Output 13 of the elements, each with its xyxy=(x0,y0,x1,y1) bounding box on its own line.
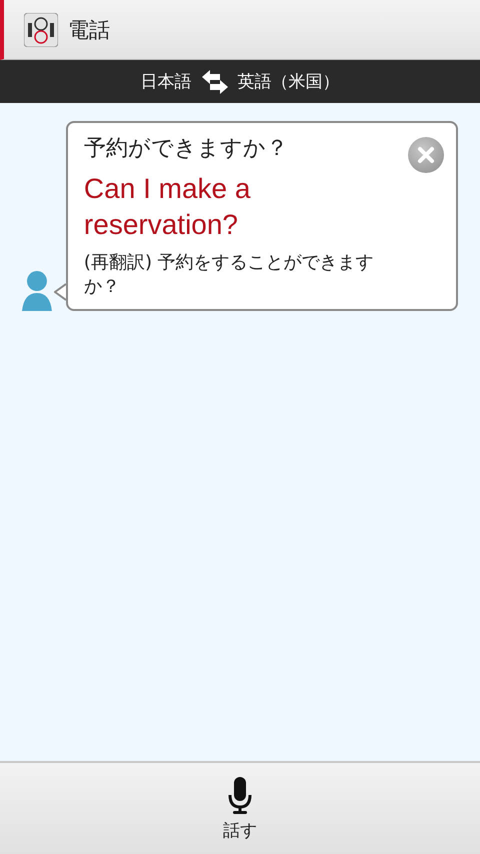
translation-text: Can I make a reservation? xyxy=(84,172,252,242)
app-title: 電話 xyxy=(68,16,110,44)
target-language[interactable]: 英語（米国） xyxy=(238,70,340,93)
swap-arrows-icon[interactable] xyxy=(200,68,230,94)
source-text: 予約ができますか？ xyxy=(84,135,289,163)
close-icon xyxy=(417,146,435,164)
app-icon xyxy=(24,12,58,46)
close-button[interactable] xyxy=(408,137,444,173)
back-translation-text: (再翻訳) 予約をすることができますか？ xyxy=(84,251,375,299)
speak-button[interactable]: 話す xyxy=(213,763,267,854)
source-language[interactable]: 日本語 xyxy=(140,70,192,93)
microphone-icon xyxy=(228,777,252,815)
person-icon xyxy=(22,269,52,311)
